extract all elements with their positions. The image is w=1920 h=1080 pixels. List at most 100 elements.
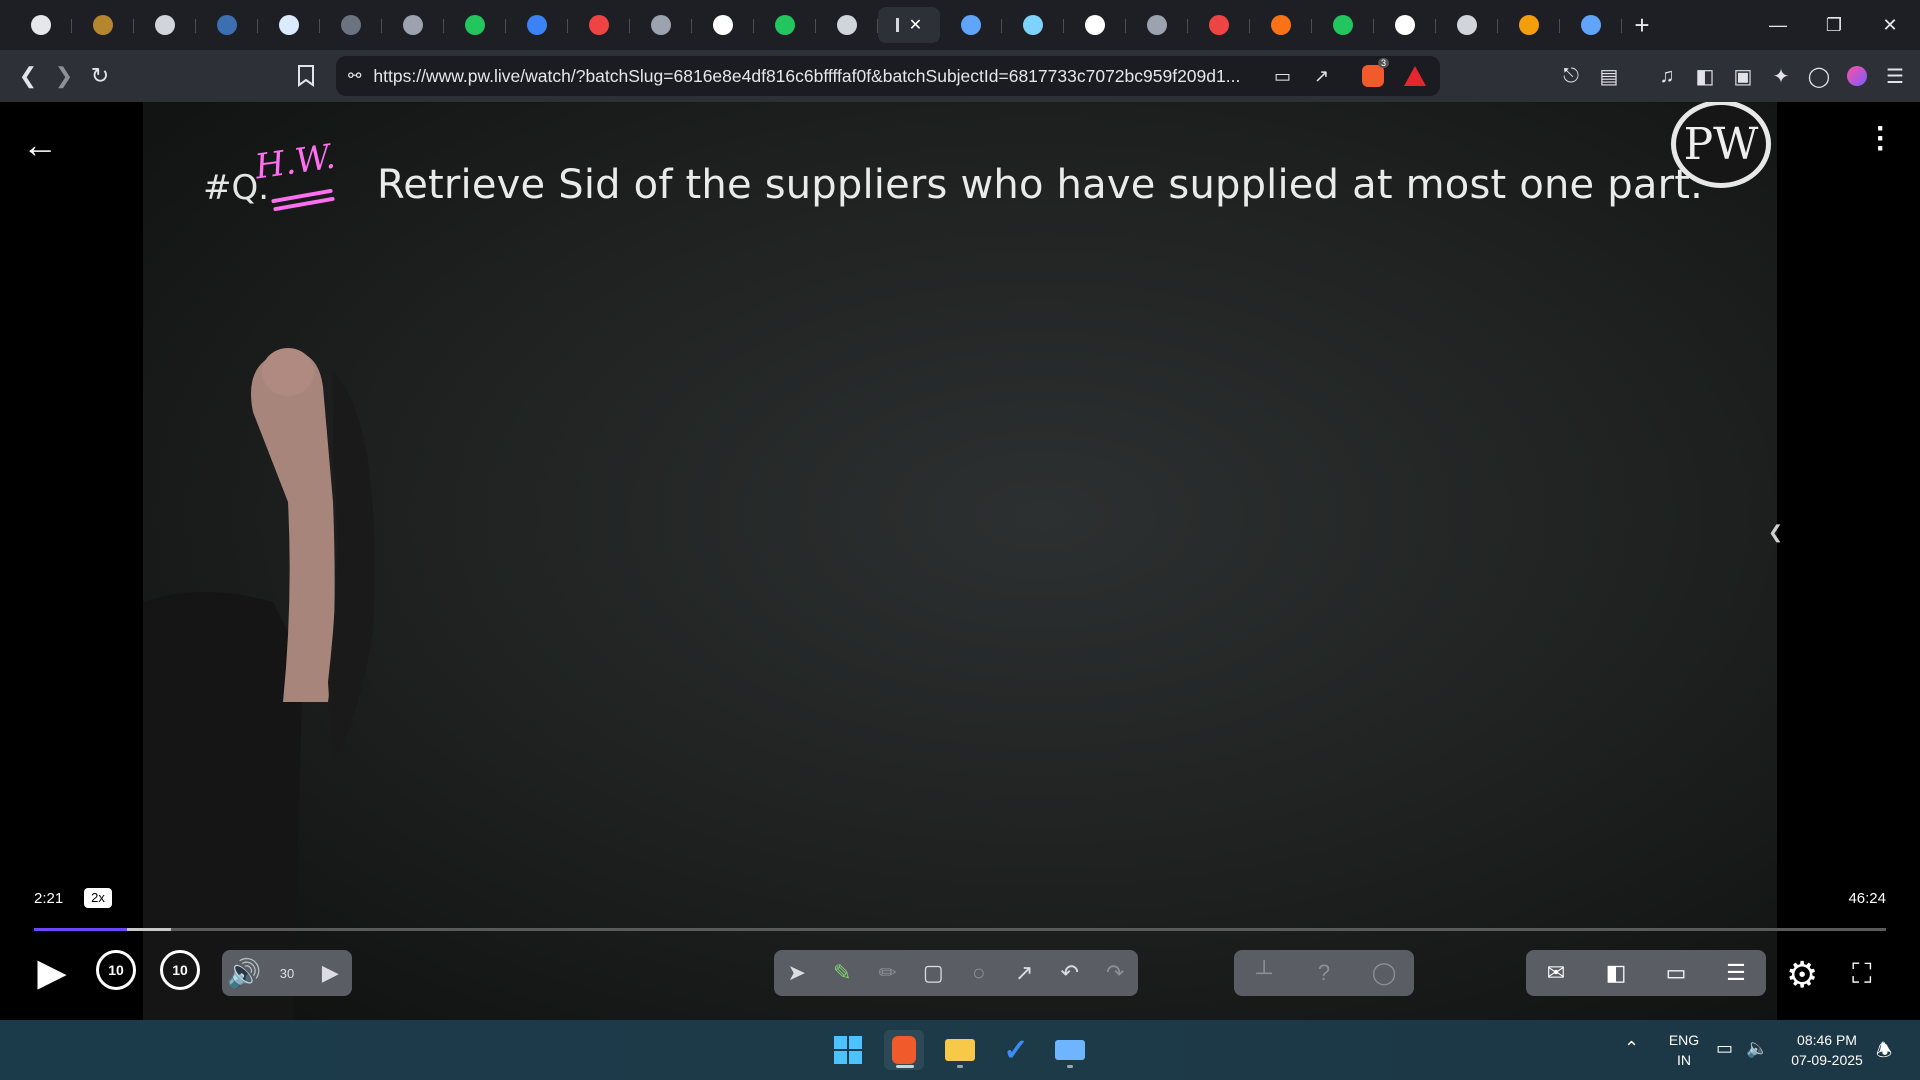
browser-tab[interactable] xyxy=(1064,7,1126,43)
show-hidden-icons-icon[interactable]: ⌃ xyxy=(1624,1038,1639,1059)
notification-bell-icon[interactable]: 🕭 xyxy=(1876,1038,1892,1068)
skip-forward-button[interactable]: 10 xyxy=(160,950,200,990)
browser-tab[interactable] xyxy=(1312,7,1374,43)
browser-tab[interactable]: ✕ xyxy=(878,7,940,43)
browser-tab[interactable] xyxy=(1188,7,1250,43)
extensions-icon[interactable]: ⎋ xyxy=(1556,60,1586,92)
browser-tab[interactable] xyxy=(444,7,506,43)
start-button[interactable] xyxy=(828,1030,868,1070)
restore-button[interactable]: ❐ xyxy=(1806,0,1862,50)
play-icon[interactable]: ▶ xyxy=(34,950,70,994)
sidebar-icon[interactable]: ◧ xyxy=(1690,60,1720,92)
language-indicator[interactable]: ENG IN xyxy=(1666,1030,1702,1070)
share-icon[interactable]: ↗ xyxy=(1314,66,1329,87)
volume-icon[interactable]: 🔊 xyxy=(227,957,262,990)
close-tab-icon[interactable]: ✕ xyxy=(909,15,922,35)
browser-tab[interactable] xyxy=(1560,7,1622,43)
browser-tab[interactable] xyxy=(816,7,878,43)
translate-icon[interactable]: ◧ xyxy=(1599,960,1633,986)
brave-rewards-icon[interactable] xyxy=(1404,66,1426,86)
pointer-tool-icon[interactable]: ➤ xyxy=(780,960,814,986)
forward-icon[interactable]: ❯ xyxy=(46,58,82,94)
browser-tab[interactable] xyxy=(754,7,816,43)
todo-icon[interactable]: ✓ xyxy=(996,1030,1036,1070)
browser-tab[interactable] xyxy=(196,7,258,43)
video-frame[interactable]: #Q. H.W. Retrieve Sid of the suppliers w… xyxy=(143,102,1777,1020)
keyboard-app-icon[interactable] xyxy=(1050,1030,1090,1070)
network-icon[interactable]: ▭ xyxy=(1716,1038,1733,1059)
slides-icon[interactable]: ▭ xyxy=(1659,960,1693,986)
burger-icon xyxy=(1271,15,1291,35)
file-explorer-icon[interactable] xyxy=(940,1030,980,1070)
laser-tool-icon[interactable]: ↗ xyxy=(1007,960,1041,986)
url-text[interactable]: https://www.pw.live/watch/?batchSlug=681… xyxy=(373,66,1253,87)
menu-icon[interactable]: ☰ xyxy=(1880,60,1910,92)
browser-tab[interactable] xyxy=(72,7,134,43)
cast-icon[interactable]: ▭ xyxy=(1274,66,1291,87)
browser-tab[interactable] xyxy=(630,7,692,43)
music-icon[interactable]: ♫ xyxy=(1652,60,1682,92)
doubt-icon[interactable]: ? xyxy=(1307,960,1341,986)
close-window-button[interactable]: ✕ xyxy=(1862,0,1918,50)
new-tab-button[interactable]: + xyxy=(1622,7,1662,43)
fullscreen-icon[interactable]: ⛶ xyxy=(1852,958,1872,991)
browser-tab[interactable] xyxy=(320,7,382,43)
undo-icon[interactable]: ↶ xyxy=(1053,960,1087,986)
progress-bar[interactable] xyxy=(34,928,1886,931)
speed-badge[interactable]: 2x xyxy=(84,888,112,908)
playback-rate-icon[interactable]: 30 xyxy=(270,966,304,981)
clock[interactable]: 08:46 PM 07-09-2025 xyxy=(1782,1030,1872,1070)
back-icon[interactable]: ❮ xyxy=(10,58,46,94)
browser-tab[interactable] xyxy=(1126,7,1188,43)
progress-played xyxy=(34,928,127,931)
skip-back-label: 10 xyxy=(108,962,124,978)
browser-tab[interactable] xyxy=(382,7,444,43)
redo-icon[interactable]: ↷ xyxy=(1098,960,1132,986)
video-player[interactable]: #Q. H.W. Retrieve Sid of the suppliers w… xyxy=(0,102,1920,1020)
comments-icon[interactable]: ✉ xyxy=(1539,960,1573,986)
pen-tool-icon[interactable]: ✎ xyxy=(825,960,859,986)
browser-tab[interactable] xyxy=(940,7,1002,43)
rectangle-tool-icon[interactable]: ▢ xyxy=(916,960,950,986)
gemini-icon xyxy=(961,15,981,35)
chatgpt-icon xyxy=(31,15,51,35)
brave-taskbar-icon[interactable] xyxy=(884,1030,924,1070)
tab-strip: ✕ + xyxy=(0,0,1920,50)
site-info-icon[interactable]: ⚯ xyxy=(348,66,361,86)
reload-icon[interactable]: ↻ xyxy=(82,58,118,94)
minimize-button[interactable]: — xyxy=(1750,0,1806,50)
browser-tab[interactable] xyxy=(1498,7,1560,43)
brave-shields-icon[interactable] xyxy=(1362,65,1384,87)
browser-tab[interactable] xyxy=(1436,7,1498,43)
browser-tab[interactable] xyxy=(1250,7,1312,43)
wallet-icon[interactable]: ▣ xyxy=(1728,60,1758,92)
reader-icon[interactable]: ▤ xyxy=(1594,60,1624,92)
browser-tab[interactable] xyxy=(1002,7,1064,43)
chat-bubble-icon[interactable]: ◯ xyxy=(1367,960,1401,986)
highlighter-tool-icon[interactable]: ✏ xyxy=(871,960,905,986)
settings-gear-icon[interactable]: ⚙ xyxy=(1786,954,1818,996)
pin-icon[interactable]: ┴ xyxy=(1247,960,1281,986)
leo-ai-icon[interactable]: ✦ xyxy=(1766,60,1796,92)
address-bar[interactable]: ⚯ https://www.pw.live/watch/?batchSlug=6… xyxy=(336,56,1440,96)
profile-avatar[interactable] xyxy=(1842,60,1872,92)
browser-tab[interactable] xyxy=(258,7,320,43)
skip-back-button[interactable]: 10 xyxy=(96,950,136,990)
back-arrow-icon[interactable]: ← xyxy=(22,124,58,166)
browser-tab[interactable] xyxy=(692,7,754,43)
browser-tab[interactable] xyxy=(10,7,72,43)
eraser-tool-icon[interactable]: ○ xyxy=(962,960,996,986)
coin-icon xyxy=(93,15,113,35)
side-panel-chevron-icon[interactable]: ❮ xyxy=(1768,522,1783,543)
browser-tab[interactable] xyxy=(506,7,568,43)
bookmark-icon[interactable] xyxy=(288,58,324,94)
browser-tab[interactable] xyxy=(1374,7,1436,43)
clock-date: 07-09-2025 xyxy=(1791,1052,1863,1068)
browser-tab[interactable] xyxy=(134,7,196,43)
speaker-icon[interactable]: 🔈 xyxy=(1746,1038,1768,1059)
next-icon[interactable]: ▶ xyxy=(313,960,347,986)
notes-icon[interactable]: ☰ xyxy=(1719,960,1753,986)
vpn-icon[interactable]: ◯ xyxy=(1804,60,1834,92)
browser-tab[interactable] xyxy=(568,7,630,43)
more-options-icon[interactable]: · · · xyxy=(1876,114,1886,164)
